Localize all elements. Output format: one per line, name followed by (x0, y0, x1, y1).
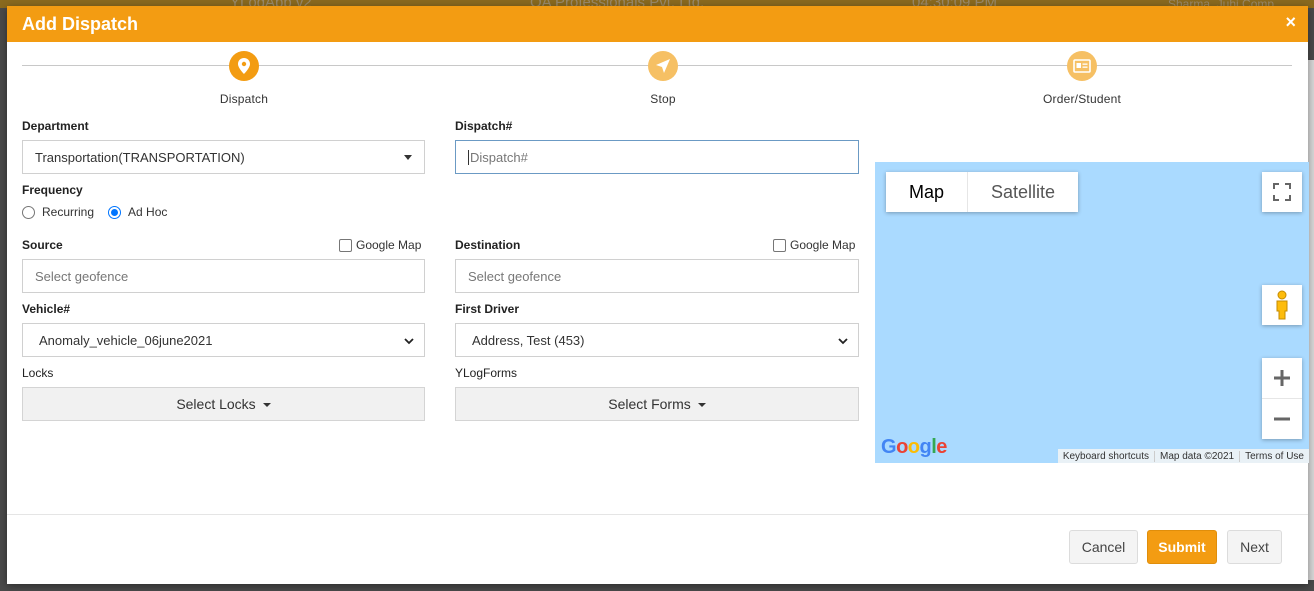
department-label: Department (22, 119, 89, 133)
vehicle-select[interactable]: Anomaly_vehicle_06june2021 (22, 323, 425, 357)
step-label: Order/Student (1043, 92, 1121, 106)
minus-icon (1274, 417, 1290, 420)
modal-title: Add Dispatch (22, 14, 139, 34)
map-attribution: Keyboard shortcuts Map data ©2021 Terms … (1057, 449, 1309, 463)
plus-icon (1274, 370, 1290, 386)
recurring-label: Recurring (42, 205, 95, 219)
destination-google-map-toggle[interactable]: Google Map (773, 238, 855, 252)
frequency-label: Frequency (22, 183, 83, 197)
zoom-control (1262, 358, 1302, 439)
department-select[interactable]: Transportation(TRANSPORTATION) (22, 140, 425, 174)
google-logo: Google (881, 436, 947, 458)
street-view-pegman[interactable] (1262, 285, 1302, 325)
map-data-text: Map data ©2021 (1154, 450, 1239, 462)
step-dispatch[interactable]: Dispatch (174, 51, 314, 106)
location-arrow-icon (648, 51, 678, 81)
first-driver-label: First Driver (455, 302, 520, 316)
dispatch-number-label: Dispatch# (455, 119, 513, 133)
fullscreen-icon (1273, 183, 1291, 201)
close-button[interactable]: × (1285, 12, 1296, 33)
map-marker-icon (229, 51, 259, 81)
destination-label: Destination (455, 238, 521, 252)
source-geofence-input[interactable]: Select geofence (22, 259, 425, 293)
destination-placeholder: Select geofence (468, 268, 562, 284)
vehicle-value: Anomaly_vehicle_06june2021 (39, 332, 213, 348)
pegman-icon (1276, 290, 1288, 320)
destination-geofence-input[interactable]: Select geofence (455, 259, 859, 293)
map-type-satellite-button[interactable]: Satellite (968, 172, 1078, 212)
chevron-down-icon (838, 338, 848, 345)
destination-google-map-label: Google Map (790, 238, 856, 252)
first-driver-select[interactable]: Address, Test (453) (455, 323, 859, 357)
next-button[interactable]: Next (1227, 530, 1282, 564)
modal-footer-divider (7, 514, 1308, 515)
select-forms-label: Select Forms (608, 396, 691, 412)
dispatch-number-placeholder: Dispatch# (470, 149, 528, 165)
ad-hoc-radio[interactable] (108, 205, 122, 219)
source-google-map-toggle[interactable]: Google Map (339, 238, 421, 252)
select-forms-button[interactable]: Select Forms (455, 387, 859, 421)
cancel-button[interactable]: Cancel (1069, 530, 1138, 564)
source-label: Source (22, 238, 63, 252)
terms-of-use-link[interactable]: Terms of Use (1239, 450, 1309, 462)
select-locks-label: Select Locks (176, 396, 256, 412)
destination-google-map-checkbox[interactable] (773, 238, 786, 252)
text-cursor (468, 149, 469, 165)
ad-hoc-label: Ad Hoc (128, 205, 168, 219)
caret-down-icon (262, 403, 271, 407)
step-stop[interactable]: Stop (593, 51, 733, 106)
select-locks-button[interactable]: Select Locks (22, 387, 425, 421)
map-type-control: Map Satellite (886, 172, 1079, 212)
step-order-student[interactable]: Order/Student (1012, 51, 1152, 106)
map-type-map-button[interactable]: Map (886, 172, 969, 212)
source-google-map-label: Google Map (356, 238, 422, 252)
caret-down-icon (404, 155, 412, 160)
zoom-out-button[interactable] (1262, 399, 1302, 439)
source-placeholder: Select geofence (35, 268, 129, 284)
keyboard-shortcuts-link[interactable]: Keyboard shortcuts (1058, 451, 1154, 462)
department-value: Transportation(TRANSPORTATION) (35, 149, 245, 165)
caret-down-icon (697, 403, 706, 407)
add-dispatch-modal: Add Dispatch × Dispatch Stop Order/Stude… (7, 6, 1309, 584)
ylogforms-label: YLogForms (455, 366, 518, 380)
step-label: Stop (650, 92, 676, 106)
dispatch-number-input[interactable]: Dispatch# (455, 140, 859, 174)
map-view[interactable]: Map Satellite Google Keyboard shortcuts … (875, 162, 1309, 463)
step-label: Dispatch (219, 92, 269, 106)
source-google-map-checkbox[interactable] (339, 238, 352, 252)
modal-header: Add Dispatch × (7, 6, 1308, 42)
locks-label: Locks (22, 366, 54, 380)
frequency-radio-group: Recurring Ad Hoc (22, 205, 167, 219)
zoom-in-button[interactable] (1262, 359, 1302, 399)
chevron-down-icon (404, 338, 414, 345)
first-driver-value: Address, Test (453) (472, 332, 585, 348)
id-card-icon (1067, 51, 1097, 81)
fullscreen-button[interactable] (1262, 172, 1302, 212)
submit-button[interactable]: Submit (1147, 530, 1217, 564)
recurring-radio[interactable] (22, 205, 35, 219)
vehicle-label: Vehicle# (22, 302, 71, 316)
